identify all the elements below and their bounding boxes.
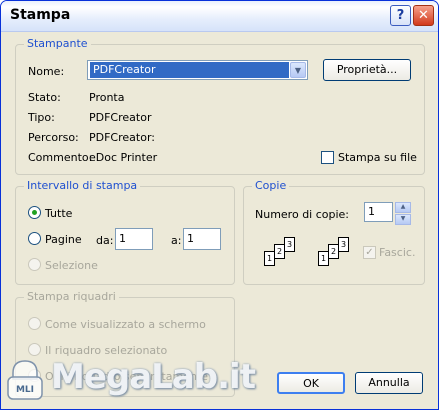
print-to-file-checkbox[interactable] bbox=[321, 151, 334, 164]
range-selection-radio[interactable] bbox=[28, 258, 41, 271]
comment-value: eDoc Printer bbox=[89, 151, 158, 164]
collate-checkbox[interactable]: ✓ bbox=[363, 246, 376, 259]
from-page-input[interactable]: 1 bbox=[115, 228, 153, 250]
to-page-input[interactable]: 1 bbox=[183, 228, 221, 250]
cancel-button[interactable]: Annulla bbox=[355, 372, 423, 394]
logo-text: MLI bbox=[16, 385, 34, 395]
printer-group-title: Stampante bbox=[24, 37, 91, 50]
copies-group: Copie bbox=[243, 179, 425, 285]
range-pages-label[interactable]: Pagine bbox=[45, 233, 82, 246]
copies-count-label: Numero di copie: bbox=[255, 208, 350, 221]
print-frames-title: Stampa riquadri bbox=[24, 290, 119, 303]
range-all-label[interactable]: Tutte bbox=[45, 207, 72, 220]
spin-up-icon[interactable]: ▲ bbox=[395, 202, 411, 213]
dialog-title: Stampa bbox=[10, 7, 71, 23]
ok-button[interactable]: OK bbox=[277, 372, 345, 394]
comment-label: Commento: bbox=[28, 151, 93, 164]
copies-count-input[interactable]: 1 bbox=[364, 202, 393, 222]
print-to-file-label[interactable]: Stampa su file bbox=[338, 151, 417, 164]
print-dialog: Stampa ? ✕ Stampante Nome: PDFCreator ▼ … bbox=[0, 0, 439, 410]
printer-name-select[interactable]: PDFCreator ▼ bbox=[87, 60, 308, 80]
print-range-title: Intervallo di stampa bbox=[24, 179, 141, 192]
path-label: Percorso: bbox=[28, 131, 79, 144]
name-label: Nome: bbox=[28, 65, 65, 78]
watermark: MLI MegaLab.it bbox=[5, 351, 256, 407]
chevron-down-icon[interactable]: ▼ bbox=[290, 62, 306, 78]
printer-name-value: PDFCreator bbox=[90, 62, 289, 78]
frame-as-screen-label[interactable]: Come visualizzato a schermo bbox=[45, 318, 206, 331]
help-button[interactable]: ? bbox=[390, 5, 411, 26]
spin-down-icon[interactable]: ▼ bbox=[395, 214, 411, 225]
title-bar[interactable]: Stampa ? ✕ bbox=[1, 1, 438, 32]
properties-button[interactable]: Proprietà... bbox=[323, 59, 411, 81]
copies-spinner[interactable]: ▲ ▼ bbox=[395, 202, 411, 225]
status-label: Stato: bbox=[28, 91, 61, 104]
close-button[interactable]: ✕ bbox=[413, 5, 434, 26]
watermark-text: MegaLab.it bbox=[51, 357, 256, 397]
megalab-logo-icon: MLI bbox=[7, 360, 43, 400]
path-value: PDFCreator: bbox=[89, 131, 155, 144]
type-value: PDFCreator bbox=[89, 111, 152, 124]
collate-label[interactable]: Fascic. bbox=[379, 246, 415, 259]
range-all-radio[interactable] bbox=[28, 206, 41, 219]
range-pages-radio[interactable] bbox=[28, 232, 41, 245]
from-label: da: bbox=[96, 234, 114, 247]
status-value: Pronta bbox=[89, 91, 125, 104]
copies-group-title: Copie bbox=[252, 179, 290, 192]
to-label: a: bbox=[171, 234, 182, 247]
type-label: Tipo: bbox=[28, 111, 55, 124]
frame-as-screen-radio[interactable] bbox=[28, 317, 41, 330]
range-selection-label[interactable]: Selezione bbox=[45, 259, 98, 272]
